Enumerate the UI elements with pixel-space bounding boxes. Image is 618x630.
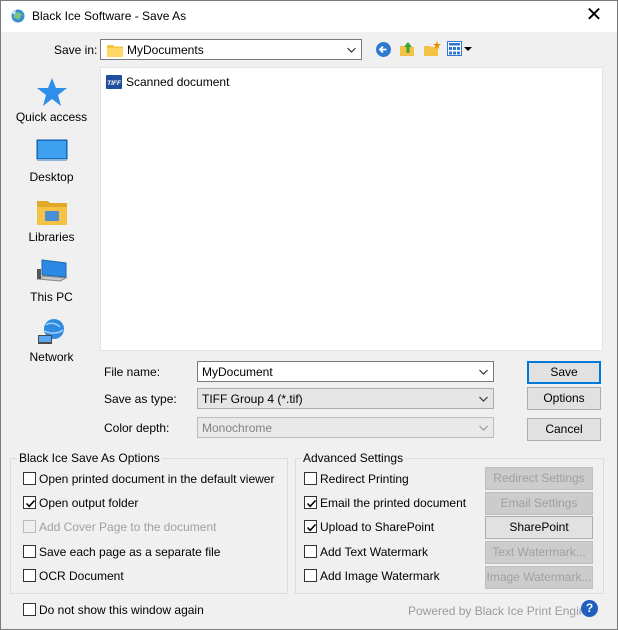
save-as-type-label: Save as type: [104,392,177,406]
libraries-icon [37,201,67,225]
text-watermark-label: Add Text Watermark [320,545,429,559]
place-quick-access[interactable]: Quick access [7,73,96,133]
file-name-input[interactable]: MyDocument [197,361,494,382]
save-in-label: Save in: [54,43,98,57]
title-bar[interactable]: Black Ice Software - Save As ✕ [1,1,617,32]
checkmark-icon [306,523,317,532]
file-list[interactable]: TIFF Scanned document [100,67,603,351]
place-libraries[interactable]: Libraries [7,193,96,253]
dont-show-again-checkbox[interactable] [23,603,36,616]
place-label: Quick access [15,110,88,124]
sharepoint-settings-button[interactable]: SharePoint Settings [485,516,593,555]
powered-by-text: Powered by Black Ice Print Engine [408,604,593,618]
color-depth-dropdown[interactable]: Monochrome [197,417,494,438]
place-label: Libraries [28,230,75,244]
separate-pages-label: Save each page as a separate file [39,545,221,559]
places-bar: Quick access Desktop Libraries This PC N… [7,67,96,405]
open-output-folder-label: Open output folder [39,496,139,510]
image-watermark-label: Add Image Watermark [320,569,440,583]
file-name: Scanned document [126,75,230,89]
email-settings-button[interactable]: Email Settings [485,492,593,515]
checkmark-icon [306,499,317,508]
place-network[interactable]: Network [7,313,96,373]
help-icon[interactable]: ? [581,600,598,617]
color-depth-value: Monochrome [202,421,273,435]
email-document-checkbox[interactable] [304,496,317,509]
place-label: This PC [30,290,73,304]
network-icon [38,319,64,344]
save-in-value: MyDocuments [127,43,204,57]
open-in-viewer-label: Open printed document in the default vie… [39,472,275,486]
redirect-printing-label: Redirect Printing [320,472,409,486]
advanced-settings-title: Advanced Settings [301,451,406,465]
dont-show-again-label: Do not show this window again [39,603,204,617]
view-menu-icon[interactable] [447,41,473,57]
color-depth-label: Color depth: [104,421,170,435]
this-pc-icon [36,259,68,282]
redirect-settings-button[interactable]: Redirect Settings [485,467,593,490]
close-button[interactable]: ✕ [571,1,617,32]
place-this-pc[interactable]: This PC [7,253,96,313]
cancel-button[interactable]: Cancel [527,418,601,441]
file-name-label: File name: [104,365,161,379]
image-watermark-checkbox[interactable] [304,569,317,582]
app-logo-icon [11,9,25,23]
window-title: Black Ice Software - Save As [32,9,187,23]
file-name-value: MyDocument [202,365,273,379]
save-as-type-dropdown[interactable]: TIFF Group 4 (*.tif) [197,388,494,409]
place-label: Network [29,350,74,364]
place-desktop[interactable]: Desktop [7,133,96,193]
ocr-document-checkbox[interactable] [23,569,36,582]
file-badge: TIFF [107,80,122,87]
quick-access-icon [37,78,67,106]
upload-sharepoint-label: Upload to SharePoint [320,520,435,534]
new-folder-icon[interactable] [423,40,441,58]
separate-pages-checkbox[interactable] [23,545,36,558]
open-output-folder-checkbox[interactable] [23,496,36,509]
chevron-down-icon [479,396,488,402]
text-watermark-checkbox[interactable] [304,545,317,558]
chevron-down-icon [479,425,488,431]
save-in-dropdown[interactable]: MyDocuments [100,39,362,60]
add-cover-page-checkbox[interactable] [23,520,36,533]
add-cover-page-label: Add Cover Page to the document [39,520,217,534]
ocr-document-label: OCR Document [39,569,124,583]
save-as-dialog: Black Ice Software - Save As ✕ Save in: … [0,0,618,630]
options-button[interactable]: Options [527,387,601,410]
folder-icon [107,45,123,57]
back-icon[interactable] [375,41,392,58]
save-as-options-title: Black Ice Save As Options [17,451,162,465]
upload-sharepoint-checkbox[interactable] [304,520,317,533]
redirect-printing-checkbox[interactable] [304,472,317,485]
tiff-file-icon: TIFF [106,75,122,89]
email-document-label: Email the printed document [320,496,467,510]
checkmark-icon [25,499,36,508]
chevron-down-icon[interactable] [479,368,488,376]
up-folder-icon[interactable] [399,40,417,58]
chevron-down-icon [347,47,356,53]
open-in-viewer-checkbox[interactable] [23,472,36,485]
save-as-type-value: TIFF Group 4 (*.tif) [202,392,303,406]
desktop-icon [36,139,68,161]
save-button[interactable]: Save [527,361,601,384]
place-label: Desktop [29,170,74,184]
text-watermark-button[interactable]: Text Watermark... [485,541,593,564]
image-watermark-button[interactable]: Image Watermark... [485,566,593,589]
